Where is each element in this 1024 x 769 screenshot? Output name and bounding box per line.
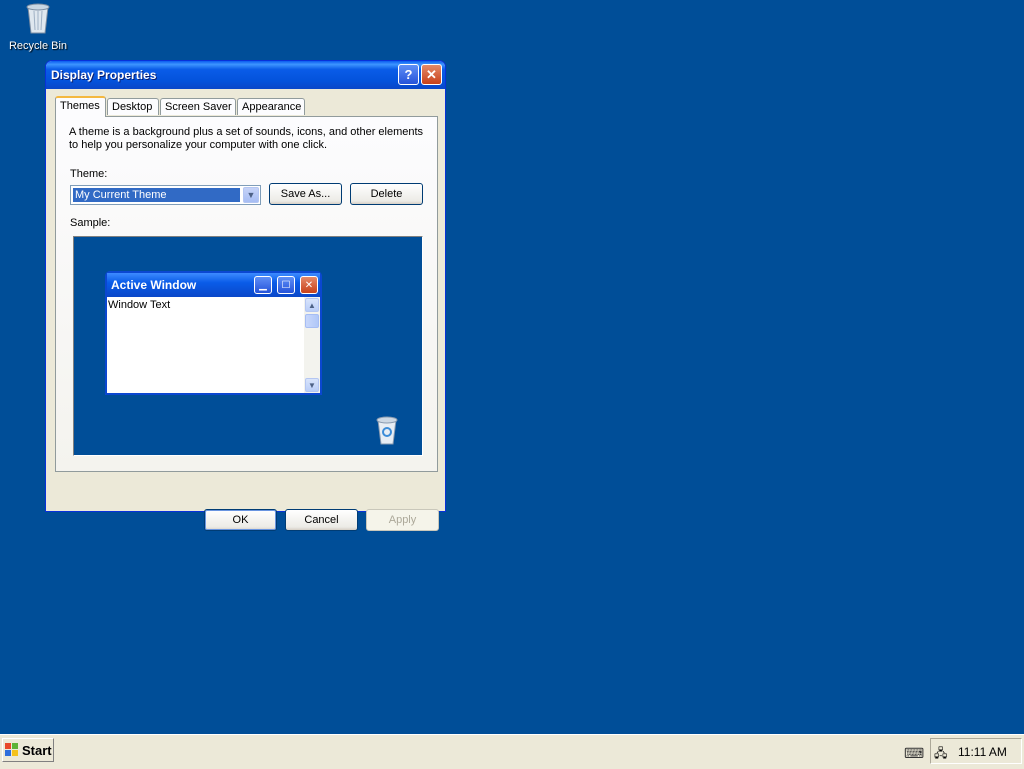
desktop-icon-recycle-bin[interactable]: Recycle Bin: [6, 2, 70, 52]
scroll-thumb: [305, 314, 319, 328]
display-properties-window: Display Properties ? ✕ Themes Desktop Sc…: [45, 60, 446, 531]
sample-active-window: Active Window ▁ ☐ ✕ Window Text ▲ ▼: [105, 271, 322, 395]
clock[interactable]: 11:11 AM: [958, 745, 1007, 759]
theme-label: Theme:: [70, 168, 108, 180]
sample-window-content: Window Text ▲ ▼: [107, 297, 320, 393]
desktop-icon-label: Recycle Bin: [8, 40, 68, 52]
recycle-bin-icon: [26, 3, 50, 34]
start-label: Start: [22, 742, 52, 758]
chevron-down-icon[interactable]: ▼: [243, 187, 259, 203]
recycle-bin-icon: [376, 416, 398, 445]
tab-label: Themes: [60, 100, 100, 112]
scroll-up-icon: ▲: [305, 298, 319, 312]
start-button[interactable]: Start: [2, 738, 54, 762]
save-as-label: Save As...: [280, 188, 331, 200]
minimize-icon: ▁: [254, 276, 272, 294]
theme-select[interactable]: My Current Theme ▼: [70, 185, 261, 205]
tab-label: Screen Saver: [165, 101, 232, 113]
system-tray: 🖧 11:11 AM: [930, 738, 1022, 764]
theme-sample-preview: Active Window ▁ ☐ ✕ Window Text ▲ ▼: [73, 236, 423, 456]
sample-window-text: Window Text: [108, 299, 171, 311]
scroll-down-icon: ▼: [305, 378, 319, 392]
cancel-label: Cancel: [304, 514, 339, 526]
ok-button[interactable]: OK: [204, 509, 277, 531]
title-bar[interactable]: Display Properties ? ✕: [46, 61, 445, 89]
sample-scrollbar: ▲ ▼: [304, 297, 320, 393]
tab-desktop[interactable]: Desktop: [107, 98, 159, 115]
themes-description: A theme is a background plus a set of so…: [69, 126, 424, 151]
help-button[interactable]: ?: [398, 64, 419, 85]
tab-screen-saver[interactable]: Screen Saver: [160, 98, 236, 115]
window-title: Display Properties: [51, 68, 157, 82]
windows-flag-icon: [5, 743, 18, 756]
tab-label: Appearance: [242, 101, 302, 113]
apply-button[interactable]: Apply: [366, 509, 439, 531]
close-icon: ✕: [426, 66, 437, 82]
help-icon: ?: [404, 67, 413, 82]
window-body: Themes Desktop Screen Saver Appearance A…: [49, 89, 442, 531]
apply-label: Apply: [388, 514, 417, 526]
theme-select-value: My Current Theme: [73, 188, 240, 202]
delete-button[interactable]: Delete: [350, 183, 423, 205]
save-as-button[interactable]: Save As...: [269, 183, 342, 205]
maximize-icon: ☐: [277, 276, 295, 294]
sample-window-title: Active Window: [111, 278, 197, 292]
ok-label: OK: [232, 514, 249, 526]
delete-label: Delete: [370, 188, 403, 200]
keyboard-icon[interactable]: ⌨: [904, 745, 924, 762]
sample-label: Sample:: [70, 217, 111, 229]
tab-themes[interactable]: Themes: [55, 96, 106, 117]
network-icon[interactable]: 🖧: [934, 744, 947, 765]
taskbar: Start ⌨ 🖧 11:11 AM: [0, 734, 1024, 769]
themes-panel: A theme is a background plus a set of so…: [55, 116, 438, 472]
close-icon: ✕: [300, 276, 318, 294]
cancel-button[interactable]: Cancel: [285, 509, 358, 531]
tab-label: Desktop: [112, 101, 153, 113]
sample-title-bar: Active Window ▁ ☐ ✕: [107, 273, 320, 297]
close-button[interactable]: ✕: [421, 64, 442, 85]
tab-appearance[interactable]: Appearance: [237, 98, 305, 115]
